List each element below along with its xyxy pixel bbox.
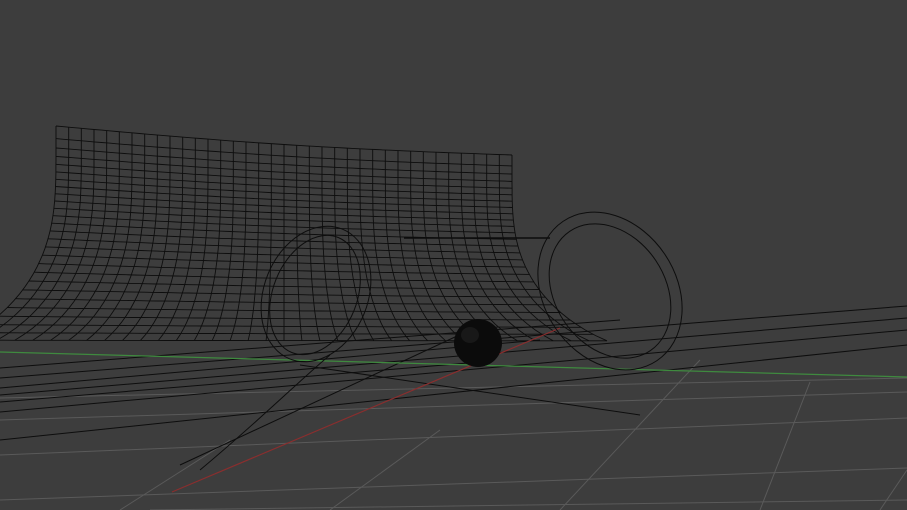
sphere-highlight <box>461 327 479 343</box>
3d-viewport[interactable] <box>0 0 907 510</box>
viewport-canvas[interactable] <box>0 0 907 510</box>
viewport-background <box>0 0 907 510</box>
sphere <box>454 319 502 367</box>
sphere-layer[interactable] <box>454 319 502 367</box>
